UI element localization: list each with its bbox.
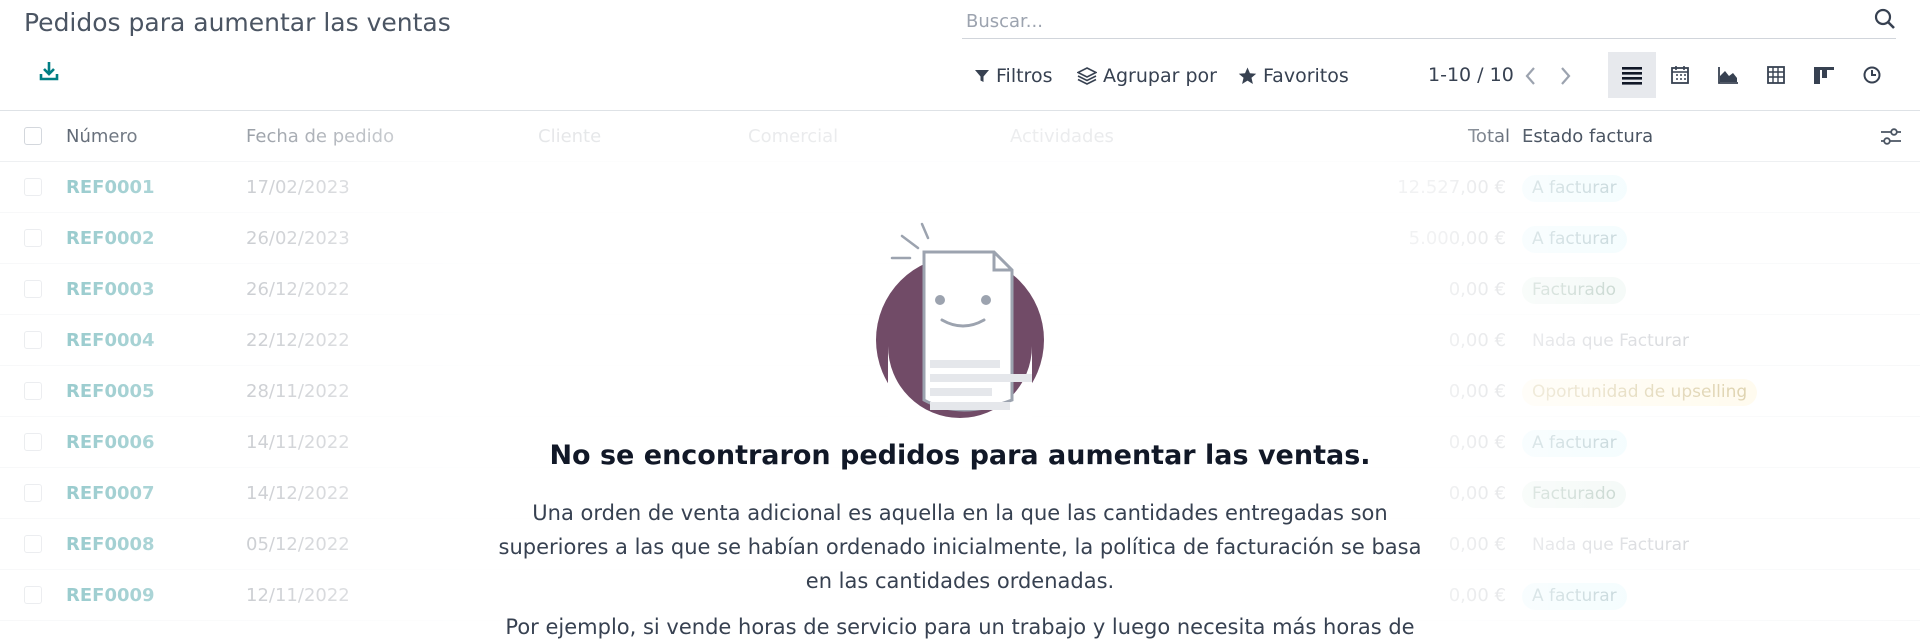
empty-state-title: No se encontraron pedidos para aumentar … — [549, 440, 1371, 471]
status-badge: Oportunidad de upselling — [1522, 379, 1758, 406]
filters-button[interactable]: Filtros — [974, 62, 1052, 90]
row-fecha: 26/02/2023 — [246, 228, 350, 249]
row-checkbox[interactable] — [24, 229, 42, 247]
kanban-view-icon[interactable] — [1800, 52, 1848, 98]
row-estado-cell: Facturado — [1522, 264, 1627, 315]
row-checkbox[interactable] — [24, 535, 42, 553]
row-numero[interactable]: REF0005 — [66, 366, 155, 417]
row-total: 0,00 € — [1448, 381, 1506, 402]
row-fecha: 14/12/2022 — [246, 483, 350, 504]
search-input[interactable] — [964, 6, 1848, 36]
page-title: Pedidos para aumentar las ventas — [24, 8, 451, 37]
search-bar — [962, 4, 1896, 39]
row-numero[interactable]: REF0002 — [66, 213, 155, 264]
download-icon[interactable] — [38, 60, 62, 84]
column-fecha[interactable]: Fecha de pedido — [246, 111, 394, 162]
row-numero[interactable]: REF0006 — [66, 417, 155, 468]
calendar-view-icon[interactable] — [1656, 52, 1704, 98]
search-icon[interactable] — [1874, 8, 1896, 30]
row-total: 5.000,00 € — [1408, 228, 1506, 249]
column-comercial[interactable]: Comercial — [748, 111, 838, 162]
list-view-icon[interactable] — [1608, 52, 1656, 98]
row-total: 0,00 € — [1448, 279, 1506, 300]
control-panel: Pedidos para aumentar las ventas Filtros… — [0, 0, 1920, 111]
empty-state-description: Una orden de venta adicional es aquella … — [498, 501, 1422, 593]
row-numero[interactable]: REF0004 — [66, 315, 155, 366]
pivot-view-icon[interactable] — [1752, 52, 1800, 98]
column-estado[interactable]: Estado factura — [1522, 111, 1653, 162]
chevron-right-icon[interactable] — [1558, 64, 1578, 88]
pager-value[interactable]: 1-10 / 10 — [1428, 64, 1514, 86]
table-row[interactable]: REF0001 17/02/2023 12.527,00 € A facturar — [0, 162, 1920, 213]
status-badge: A facturar — [1522, 175, 1627, 202]
row-numero[interactable]: REF0003 — [66, 264, 155, 315]
row-fecha: 28/11/2022 — [246, 381, 350, 402]
row-checkbox[interactable] — [24, 382, 42, 400]
row-estado-cell: Nada que Facturar — [1522, 315, 1699, 366]
row-estado-cell: A facturar — [1522, 162, 1627, 213]
smiling-document-illustration — [860, 220, 1060, 435]
row-fecha: 26/12/2022 — [246, 279, 350, 300]
status-badge: A facturar — [1522, 430, 1627, 457]
row-checkbox[interactable] — [24, 484, 42, 502]
row-checkbox[interactable] — [24, 280, 42, 298]
status-badge: Facturado — [1522, 481, 1627, 508]
group-by-label: Agrupar por — [1103, 65, 1217, 87]
status-badge: Nada que Facturar — [1532, 535, 1689, 555]
status-badge: Nada que Facturar — [1532, 331, 1689, 351]
row-numero[interactable]: REF0008 — [66, 519, 155, 570]
row-estado-cell: A facturar — [1522, 570, 1627, 621]
activity-view-icon[interactable] — [1848, 52, 1896, 98]
row-estado-cell: Nada que Facturar — [1522, 519, 1699, 570]
row-numero[interactable]: REF0007 — [66, 468, 155, 519]
row-checkbox[interactable] — [24, 331, 42, 349]
status-badge: A facturar — [1522, 226, 1627, 253]
row-numero[interactable]: REF0001 — [66, 162, 155, 213]
status-badge: A facturar — [1522, 583, 1627, 610]
optional-columns-icon[interactable] — [1880, 111, 1902, 162]
filter-icon — [975, 70, 989, 82]
row-estado-cell: Facturado — [1522, 468, 1627, 519]
row-total: 0,00 € — [1448, 330, 1506, 351]
row-estado-cell: A facturar — [1522, 417, 1627, 468]
column-cliente[interactable]: Cliente — [538, 111, 601, 162]
row-numero[interactable]: REF0009 — [66, 570, 155, 621]
filters-label: Filtros — [996, 65, 1053, 87]
group-by-button[interactable]: Agrupar por — [1077, 62, 1217, 90]
column-total[interactable]: Total — [1468, 111, 1510, 162]
row-checkbox[interactable] — [24, 433, 42, 451]
row-checkbox[interactable] — [24, 586, 42, 604]
row-fecha: 14/11/2022 — [246, 432, 350, 453]
favorites-label: Favoritos — [1263, 65, 1349, 87]
row-total: 12.527,00 € — [1397, 177, 1506, 198]
select-all-checkbox[interactable] — [24, 127, 42, 145]
row-fecha: 17/02/2023 — [246, 177, 350, 198]
row-estado-cell: Oportunidad de upselling — [1522, 366, 1758, 417]
layers-icon — [1077, 67, 1097, 85]
status-badge: Facturado — [1522, 277, 1627, 304]
column-actividades[interactable]: Actividades — [1010, 111, 1114, 162]
favorites-button[interactable]: Favoritos — [1238, 62, 1349, 90]
chevron-left-icon[interactable] — [1524, 64, 1544, 88]
graph-view-icon[interactable] — [1704, 52, 1752, 98]
row-checkbox[interactable] — [24, 178, 42, 196]
row-estado-cell: A facturar — [1522, 213, 1627, 264]
list-header: Número Fecha de pedido Cliente Comercial… — [0, 111, 1920, 162]
row-fecha: 12/11/2022 — [246, 585, 350, 606]
column-numero[interactable]: Número — [66, 111, 138, 162]
row-fecha: 22/12/2022 — [246, 330, 350, 351]
star-icon — [1238, 67, 1257, 84]
empty-state-more-text: Por ejemplo, si vende horas de servicio … — [505, 615, 1415, 639]
row-fecha: 05/12/2022 — [246, 534, 350, 555]
